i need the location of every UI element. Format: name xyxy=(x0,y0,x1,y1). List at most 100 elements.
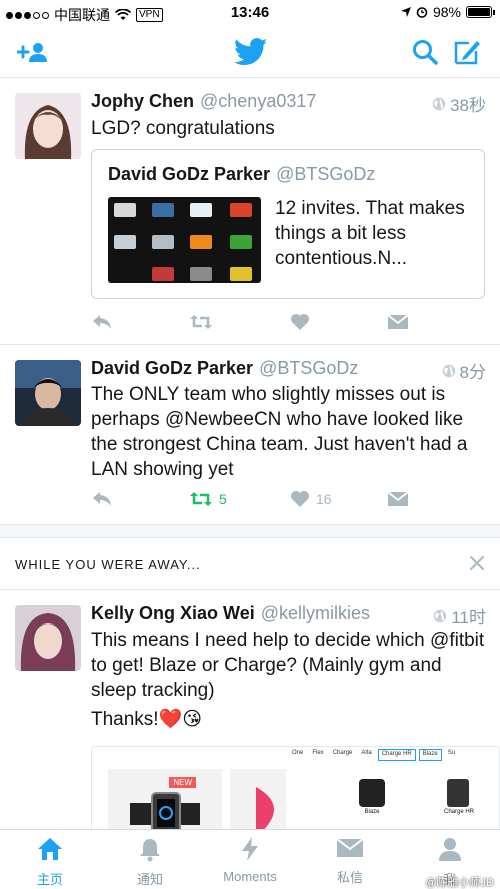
product-tab: Charge xyxy=(332,750,353,756)
product-tile: NEW xyxy=(108,769,222,835)
quoted-tweet[interactable]: David GoDz Parker @BTSGoDz 12 invites. Th… xyxy=(91,149,485,299)
team-logo-icon xyxy=(190,203,212,217)
team-logo-icon xyxy=(114,235,136,249)
envelope-icon xyxy=(387,314,409,329)
add-user-button[interactable] xyxy=(16,36,50,68)
avatar-image xyxy=(15,605,81,671)
team-logo-icon xyxy=(190,267,212,281)
reply-button[interactable] xyxy=(91,313,113,331)
product-tab: Alta xyxy=(361,750,372,756)
envelope-icon xyxy=(336,838,364,857)
charge-hr-image xyxy=(447,779,469,807)
tweet-media-preview[interactable]: NEW One Flex Charge Alta Charge HR Blaze Su Bl… xyxy=(91,746,500,836)
globe-icon xyxy=(432,97,446,110)
battery-icon xyxy=(466,6,495,18)
reply-icon xyxy=(93,492,111,506)
direct-message-button[interactable] xyxy=(387,490,409,508)
add-user-icon xyxy=(17,43,47,62)
reply-button[interactable] xyxy=(91,490,113,508)
close-icon xyxy=(470,556,484,570)
product-tab: One xyxy=(292,750,304,756)
media-left-panel: NEW xyxy=(92,747,287,835)
quoted-tweet-image[interactable] xyxy=(108,197,261,283)
tweet-time-label: 38秒 xyxy=(450,96,486,115)
media-right-panel: One Flex Charge Alta Charge HR Blaze Su Blaze … xyxy=(289,747,499,835)
team-logo-icon xyxy=(230,235,252,249)
search-icon xyxy=(413,40,438,65)
reply-icon xyxy=(93,315,111,329)
product-tab: Charge HR xyxy=(377,749,416,761)
status-bar: 中国联通 VPN 13:46 98% xyxy=(0,0,500,26)
tweet-header: Kelly Ong Xiao Wei @kellymilkies 11时 xyxy=(91,603,486,627)
tweet-card[interactable]: David GoDz Parker @BTSGoDz 8分 The ONLY te… xyxy=(0,346,500,524)
retweet-button[interactable] xyxy=(189,313,213,331)
twitter-logo[interactable] xyxy=(233,36,269,68)
bottom-tab-bar: 主页 通知 Moments 私信 我 @陈雅小师JD xyxy=(0,829,500,889)
battery-fill xyxy=(468,8,490,16)
tweet-text: LGD? congratulations xyxy=(91,118,275,139)
avatar[interactable] xyxy=(15,360,81,426)
location-arrow-icon xyxy=(400,7,411,17)
direct-message-button[interactable] xyxy=(387,313,409,331)
quoted-author-name: David GoDz Parker xyxy=(108,164,271,184)
team-logo-icon xyxy=(152,235,174,249)
avatar-image xyxy=(15,93,81,159)
tab-label: 主页 xyxy=(36,872,63,887)
home-icon xyxy=(38,838,62,860)
product-tab: Su xyxy=(447,750,456,756)
tweet-author-handle[interactable]: @kellymilkies xyxy=(261,603,370,623)
tab-home[interactable]: 主页 xyxy=(5,836,95,888)
team-logo-icon xyxy=(152,203,174,217)
retweet-button[interactable]: 5 xyxy=(189,490,227,508)
globe-icon xyxy=(442,364,455,377)
top-nav-bar xyxy=(0,26,500,78)
tweet-time: 38秒 xyxy=(432,91,486,116)
alarm-icon xyxy=(416,7,428,18)
tab-notifications[interactable]: 通知 xyxy=(105,836,195,888)
tweet-header: Jophy Chen @chenya0317 38秒 xyxy=(91,91,486,115)
tweet-author-name[interactable]: Kelly Ong Xiao Wei xyxy=(91,603,255,623)
tweet-author-name[interactable]: David GoDz Parker xyxy=(91,358,253,378)
team-logo-icon xyxy=(230,203,252,217)
dismiss-button[interactable] xyxy=(466,552,488,574)
section-divider xyxy=(0,524,500,538)
lightning-icon xyxy=(242,837,258,861)
tab-label: Moments xyxy=(223,869,277,884)
like-button[interactable] xyxy=(290,313,310,331)
retweet-icon xyxy=(190,492,212,506)
retweet-icon xyxy=(190,315,212,329)
team-logo-icon xyxy=(152,267,174,281)
avatar-image xyxy=(15,360,81,426)
status-right: 98% xyxy=(400,4,495,20)
tweet-card[interactable]: Jophy Chen @chenya0317 38秒 LGD? congratul… xyxy=(0,79,500,345)
tab-moments[interactable]: Moments xyxy=(205,836,295,884)
tab-messages[interactable]: 私信 xyxy=(305,836,395,886)
twitter-home-screen: 中国联通 VPN 13:46 98% Jophy Chen @chenya031… xyxy=(0,0,500,889)
like-button[interactable]: 16 xyxy=(290,490,332,508)
battery-percent: 98% xyxy=(432,4,461,20)
while-you-were-away-title: WHILE YOU WERE AWAY... xyxy=(15,557,201,572)
tweet-time-label: 11时 xyxy=(451,608,486,627)
watermark: @陈雅小师JD xyxy=(425,877,494,889)
avatar[interactable] xyxy=(15,93,81,159)
tweet-author-name[interactable]: Jophy Chen xyxy=(91,91,194,111)
tweet-time-label: 8分 xyxy=(459,363,486,382)
tweet-author-handle[interactable]: @BTSGoDz xyxy=(259,358,358,378)
new-badge: NEW xyxy=(169,777,196,788)
search-button[interactable] xyxy=(408,36,442,68)
team-logo-icon xyxy=(190,235,212,249)
tab-label: 通知 xyxy=(136,872,163,887)
tweet-header: David GoDz Parker @BTSGoDz 8分 xyxy=(91,358,486,382)
blaze-watch-image xyxy=(359,779,385,807)
retweet-count: 5 xyxy=(219,491,227,507)
compose-button[interactable] xyxy=(450,36,484,68)
product-label: Blaze xyxy=(364,809,380,815)
tweet-text-line2: Thanks!❤️😘 xyxy=(91,709,203,730)
while-you-were-away-header: WHILE YOU WERE AWAY... xyxy=(0,538,500,590)
tab-label: 私信 xyxy=(336,870,363,885)
quoted-tweet-text: 12 invites. That makes things a bit less… xyxy=(275,198,465,269)
avatar[interactable] xyxy=(15,605,81,671)
tweet-author-handle[interactable]: @chenya0317 xyxy=(200,91,316,111)
product-tile xyxy=(230,769,286,835)
compose-icon xyxy=(454,41,480,65)
